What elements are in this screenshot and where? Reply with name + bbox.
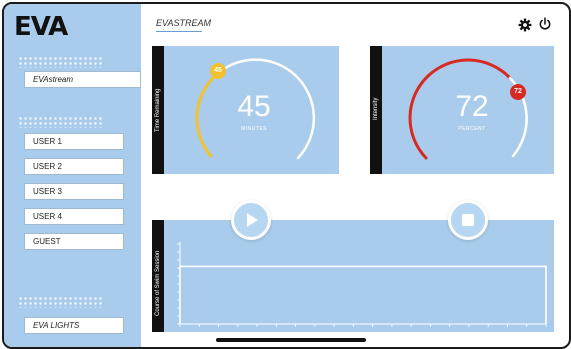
sidebar: EVA EVAstream USER 1 USER 2 USER 3 USER …	[4, 4, 141, 347]
sidebar-item-user-2[interactable]: USER 2	[24, 158, 124, 175]
time-badge: 45	[210, 63, 226, 79]
time-gauge-fill	[195, 76, 215, 158]
power-icon[interactable]	[538, 17, 552, 31]
sidebar-item-guest[interactable]: GUEST	[24, 233, 124, 250]
chart-axes	[179, 242, 546, 325]
sidebar-item-user-1[interactable]: USER 1	[24, 133, 124, 150]
time-value: 45	[237, 90, 271, 123]
page-title: EVASTREAM	[156, 18, 212, 28]
intensity-badge: 72	[510, 84, 526, 100]
gear-icon[interactable]	[518, 18, 532, 32]
chart-series-line	[179, 265, 547, 324]
eva-logo: EVA	[14, 12, 68, 42]
sidebar-item-user-4[interactable]: USER 4	[24, 208, 124, 225]
sidebar-dots-users	[18, 116, 102, 128]
play-button[interactable]	[231, 200, 271, 240]
session-chart-card: Course of Swim Session	[152, 220, 554, 332]
title-underline	[156, 31, 202, 32]
intensity-value: 72	[455, 90, 489, 123]
intensity-unit: PERCENT	[458, 126, 486, 132]
home-indicator	[216, 338, 366, 342]
time-unit: MINUTES	[241, 126, 267, 132]
play-icon	[247, 213, 258, 227]
app-frame: EVA EVAstream USER 1 USER 2 USER 3 USER …	[2, 2, 571, 349]
stop-icon	[462, 214, 474, 226]
intensity-card: Intensity 72 72 PERCENT	[370, 46, 554, 174]
sidebar-item-user-3[interactable]: USER 3	[24, 183, 124, 200]
time-remaining-card: Time Remaining 45 45 MINUTES	[152, 46, 339, 174]
stop-button[interactable]	[448, 200, 488, 240]
session-chart	[177, 242, 547, 327]
sidebar-dots-bottom	[18, 296, 102, 308]
eva-lights-button[interactable]: EVA LIGHTS	[24, 317, 124, 334]
sidebar-item-evastream[interactable]: EVAstream	[24, 71, 141, 88]
sidebar-dots-top	[18, 56, 102, 68]
